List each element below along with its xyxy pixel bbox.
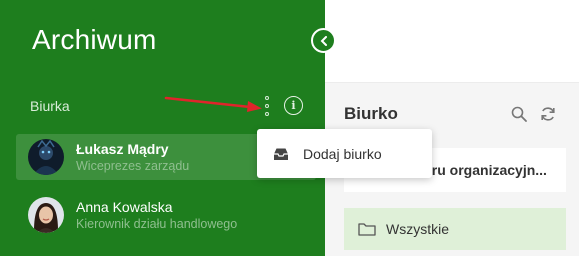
inbox-tray-icon [274, 148, 288, 160]
panel-title: Biurko [344, 104, 398, 123]
user-name: Łukasz Mądry [76, 140, 169, 157]
search-icon[interactable] [511, 106, 527, 122]
sidebar-title: Archiwum [32, 24, 157, 55]
annotation-arrow [164, 96, 262, 112]
user-desk-item[interactable]: Anna Kowalska Kierownik działu handloweg… [16, 192, 316, 238]
avatar [28, 139, 64, 175]
desks-sidebar: Archiwum Biurka i Łukasz Mądry Wicepreze… [0, 0, 325, 256]
avatar [28, 197, 64, 233]
info-icon[interactable]: i [284, 96, 303, 115]
all-folder-label: Wszystkie [386, 221, 449, 237]
panel-header-area [325, 0, 579, 82]
all-folder-card[interactable]: Wszystkie [344, 208, 566, 250]
menu-item-add-desk[interactable]: Dodaj biurko [257, 129, 432, 178]
org-structure-label: eru organizacyjn... [424, 162, 547, 178]
user-role: Wiceprezes zarządu [76, 158, 190, 173]
collapse-sidebar-button[interactable] [311, 28, 336, 53]
user-name: Anna Kowalska [76, 198, 173, 215]
chevron-left-icon [320, 35, 327, 46]
desks-section-label: Biurka [30, 98, 70, 114]
folder-icon [358, 223, 376, 236]
user-role: Kierownik działu handlowego [76, 216, 238, 231]
menu-item-label: Dodaj biurko [303, 145, 382, 162]
desk-options-menu: Dodaj biurko [257, 129, 432, 178]
refresh-icon[interactable] [540, 106, 556, 122]
